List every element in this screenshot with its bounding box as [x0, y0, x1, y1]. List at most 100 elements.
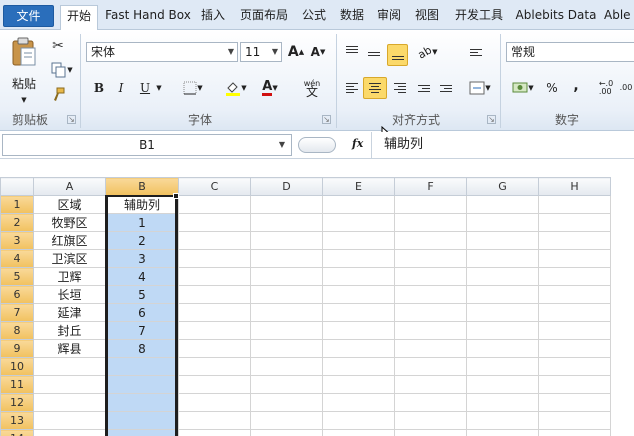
tab-page-layout[interactable]: 页面布局 [236, 5, 292, 27]
column-header[interactable]: G [466, 177, 539, 196]
cell-empty[interactable] [178, 249, 251, 268]
cell-empty[interactable] [394, 339, 467, 358]
comma-button[interactable]: , [566, 76, 586, 96]
row-header[interactable]: 1 [0, 195, 34, 214]
tab-ablebits-data[interactable]: Ablebits Data [514, 5, 598, 27]
cell-empty[interactable] [322, 231, 395, 250]
cell-empty[interactable] [322, 195, 395, 214]
cell-empty[interactable] [394, 231, 467, 250]
wrap-text-button[interactable] [466, 42, 486, 62]
row-header[interactable]: 8 [0, 321, 34, 340]
cell-empty[interactable] [250, 357, 323, 376]
cell-empty[interactable] [322, 249, 395, 268]
cell-empty[interactable] [250, 393, 323, 412]
align-left-button[interactable] [342, 78, 362, 98]
row-header[interactable]: 7 [0, 303, 34, 322]
cell-empty[interactable] [322, 267, 395, 286]
cell-a[interactable] [33, 357, 106, 376]
cell-a[interactable] [33, 393, 106, 412]
cell-empty[interactable] [394, 303, 467, 322]
column-header[interactable]: B [105, 177, 179, 196]
cell-empty[interactable] [178, 429, 251, 436]
cell-b[interactable] [105, 357, 179, 376]
tab-insert[interactable]: 插入 [198, 5, 228, 27]
cell-empty[interactable] [394, 285, 467, 304]
tab-fast-hand-box[interactable]: Fast Hand Box [104, 5, 192, 27]
column-header[interactable]: E [322, 177, 395, 196]
row-header[interactable]: 10 [0, 357, 34, 376]
cell-a[interactable]: 辉县 [33, 339, 106, 358]
cell-b[interactable] [105, 411, 179, 430]
cell-b[interactable]: 8 [105, 339, 179, 358]
cell-empty[interactable] [322, 303, 395, 322]
row-header[interactable]: 5 [0, 267, 34, 286]
cell-b[interactable] [105, 375, 179, 394]
column-header[interactable]: F [394, 177, 467, 196]
number-format-combo[interactable]: 常规 [506, 42, 634, 62]
tab-file[interactable]: 文件 [3, 5, 54, 27]
insert-function-icon[interactable]: fx [352, 137, 363, 150]
cell-empty[interactable] [178, 195, 251, 214]
cell-empty[interactable] [250, 267, 323, 286]
cell-empty[interactable] [538, 411, 611, 430]
tab-home[interactable]: 开始 [60, 5, 98, 31]
cell-empty[interactable] [178, 339, 251, 358]
cell-empty[interactable] [538, 375, 611, 394]
cell-empty[interactable] [538, 267, 611, 286]
name-box[interactable]: B1 ▼ [2, 134, 292, 156]
cell-empty[interactable] [322, 339, 395, 358]
cell-empty[interactable] [394, 249, 467, 268]
cell-empty[interactable] [178, 393, 251, 412]
cell-empty[interactable] [394, 267, 467, 286]
cell-empty[interactable] [178, 285, 251, 304]
row-header[interactable]: 4 [0, 249, 34, 268]
cell-empty[interactable] [250, 195, 323, 214]
cell-empty[interactable] [394, 213, 467, 232]
cell-empty[interactable] [178, 375, 251, 394]
cell-b[interactable]: 7 [105, 321, 179, 340]
cell-empty[interactable] [322, 411, 395, 430]
font-size-combo[interactable]: 11 ▼ [240, 42, 282, 62]
cell-empty[interactable] [250, 411, 323, 430]
cell-empty[interactable] [466, 303, 539, 322]
clipboard-launcher-icon[interactable]: ↘ [67, 115, 76, 124]
column-header[interactable]: C [178, 177, 251, 196]
formula-input[interactable]: 辅助列 [371, 132, 634, 159]
tab-formulas[interactable]: 公式 [299, 5, 329, 27]
fill-handle[interactable] [173, 193, 179, 199]
cell-empty[interactable] [394, 375, 467, 394]
underline-button[interactable]: U [136, 78, 154, 98]
italic-button[interactable]: I [112, 78, 130, 98]
accounting-format-button[interactable]: ▼ [508, 78, 538, 98]
cell-empty[interactable] [178, 357, 251, 376]
format-painter-button[interactable] [48, 85, 68, 105]
align-bottom-button[interactable] [387, 44, 408, 66]
fill-color-button[interactable]: ▼ [222, 78, 250, 98]
cell-empty[interactable] [466, 231, 539, 250]
cell-empty[interactable] [394, 357, 467, 376]
font-name-combo[interactable]: 宋体 ▼ [86, 42, 238, 62]
cell-b[interactable]: 3 [105, 249, 179, 268]
tab-review[interactable]: 审阅 [374, 5, 404, 27]
cell-a[interactable]: 延津 [33, 303, 106, 322]
cell-empty[interactable] [538, 285, 611, 304]
cell-empty[interactable] [466, 285, 539, 304]
cell-empty[interactable] [466, 213, 539, 232]
font-launcher-icon[interactable]: ↘ [322, 115, 331, 124]
cell-empty[interactable] [466, 411, 539, 430]
cell-empty[interactable] [466, 339, 539, 358]
paste-button[interactable]: 粘贴 ▼ [6, 34, 42, 106]
cell-empty[interactable] [250, 339, 323, 358]
cell-b[interactable] [105, 429, 179, 436]
cell-empty[interactable] [538, 231, 611, 250]
align-center-button[interactable] [363, 77, 387, 99]
cell-empty[interactable] [538, 195, 611, 214]
cell-a[interactable] [33, 411, 106, 430]
row-header[interactable]: 9 [0, 339, 34, 358]
cell-b[interactable]: 5 [105, 285, 179, 304]
increase-font-icon[interactable]: A ▲ [288, 42, 304, 62]
cut-button[interactable]: ✂ [48, 36, 68, 56]
cell-empty[interactable] [394, 393, 467, 412]
cell-a[interactable]: 卫滨区 [33, 249, 106, 268]
column-header[interactable]: H [538, 177, 611, 196]
